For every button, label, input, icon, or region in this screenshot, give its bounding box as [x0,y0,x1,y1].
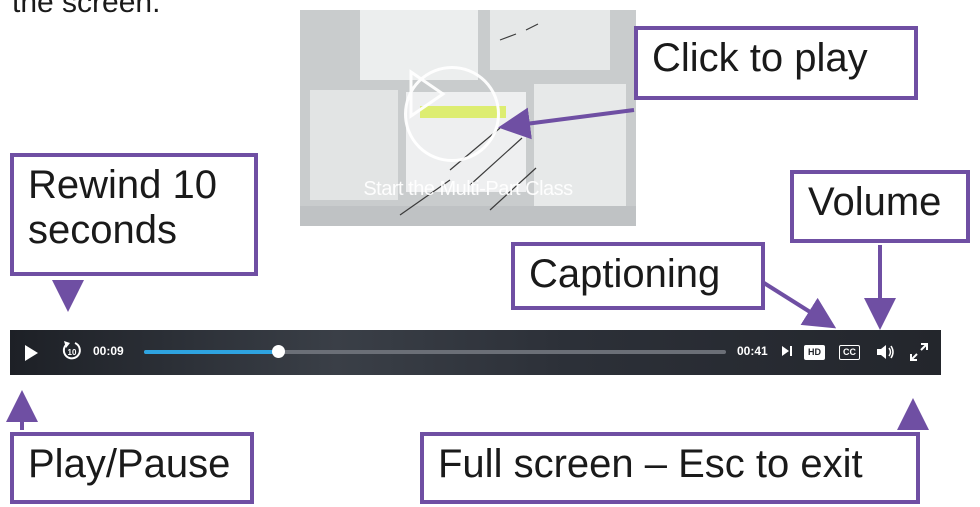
svg-text:10: 10 [68,348,77,357]
rewind-10-icon[interactable]: 10 [61,340,83,362]
annotation-arrows [6,107,929,430]
duration: 00:41 [737,344,768,358]
fullscreen-icon[interactable] [910,343,928,361]
skip-end-icon[interactable] [781,345,793,357]
volume-icon[interactable] [876,344,896,360]
current-time: 00:09 [93,344,124,358]
progress-fill [144,350,278,354]
arrow-to-play-overlay [498,107,635,140]
play-pause-button[interactable] [25,345,38,361]
captions-button[interactable]: CC [839,345,860,360]
video-controlbar: 10 00:09 00:41 HD CC [10,330,941,375]
arrow-to-captioning [762,281,837,329]
hd-button[interactable]: HD [804,345,825,360]
progress-track[interactable] [144,345,726,358]
progress-knob[interactable] [271,345,285,358]
